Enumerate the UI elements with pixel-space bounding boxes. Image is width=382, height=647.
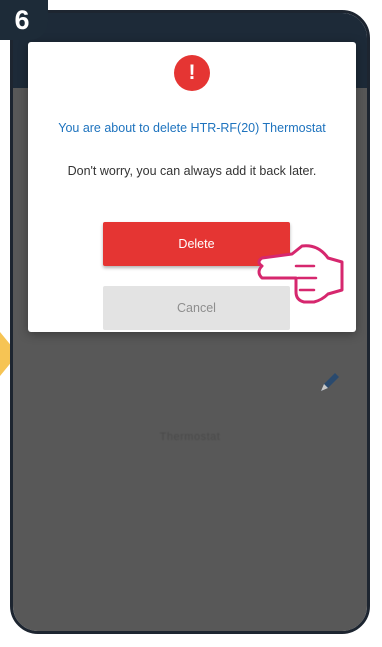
step-number-badge: 6 <box>0 0 48 40</box>
delete-confirmation-dialog: ! You are about to delete HTR-RF(20) The… <box>28 42 356 332</box>
pencil-icon <box>321 373 339 391</box>
dialog-message: Don't worry, you can always add it back … <box>67 164 317 178</box>
phone-frame: Thermostat ! You are about to delete HTR… <box>10 10 370 634</box>
dialog-title: You are about to delete HTR-RF(20) Therm… <box>58 121 326 135</box>
device-name-caption: Thermostat <box>159 431 221 443</box>
exclamation-icon: ! <box>174 55 210 91</box>
hand-pointer-icon <box>257 244 344 304</box>
